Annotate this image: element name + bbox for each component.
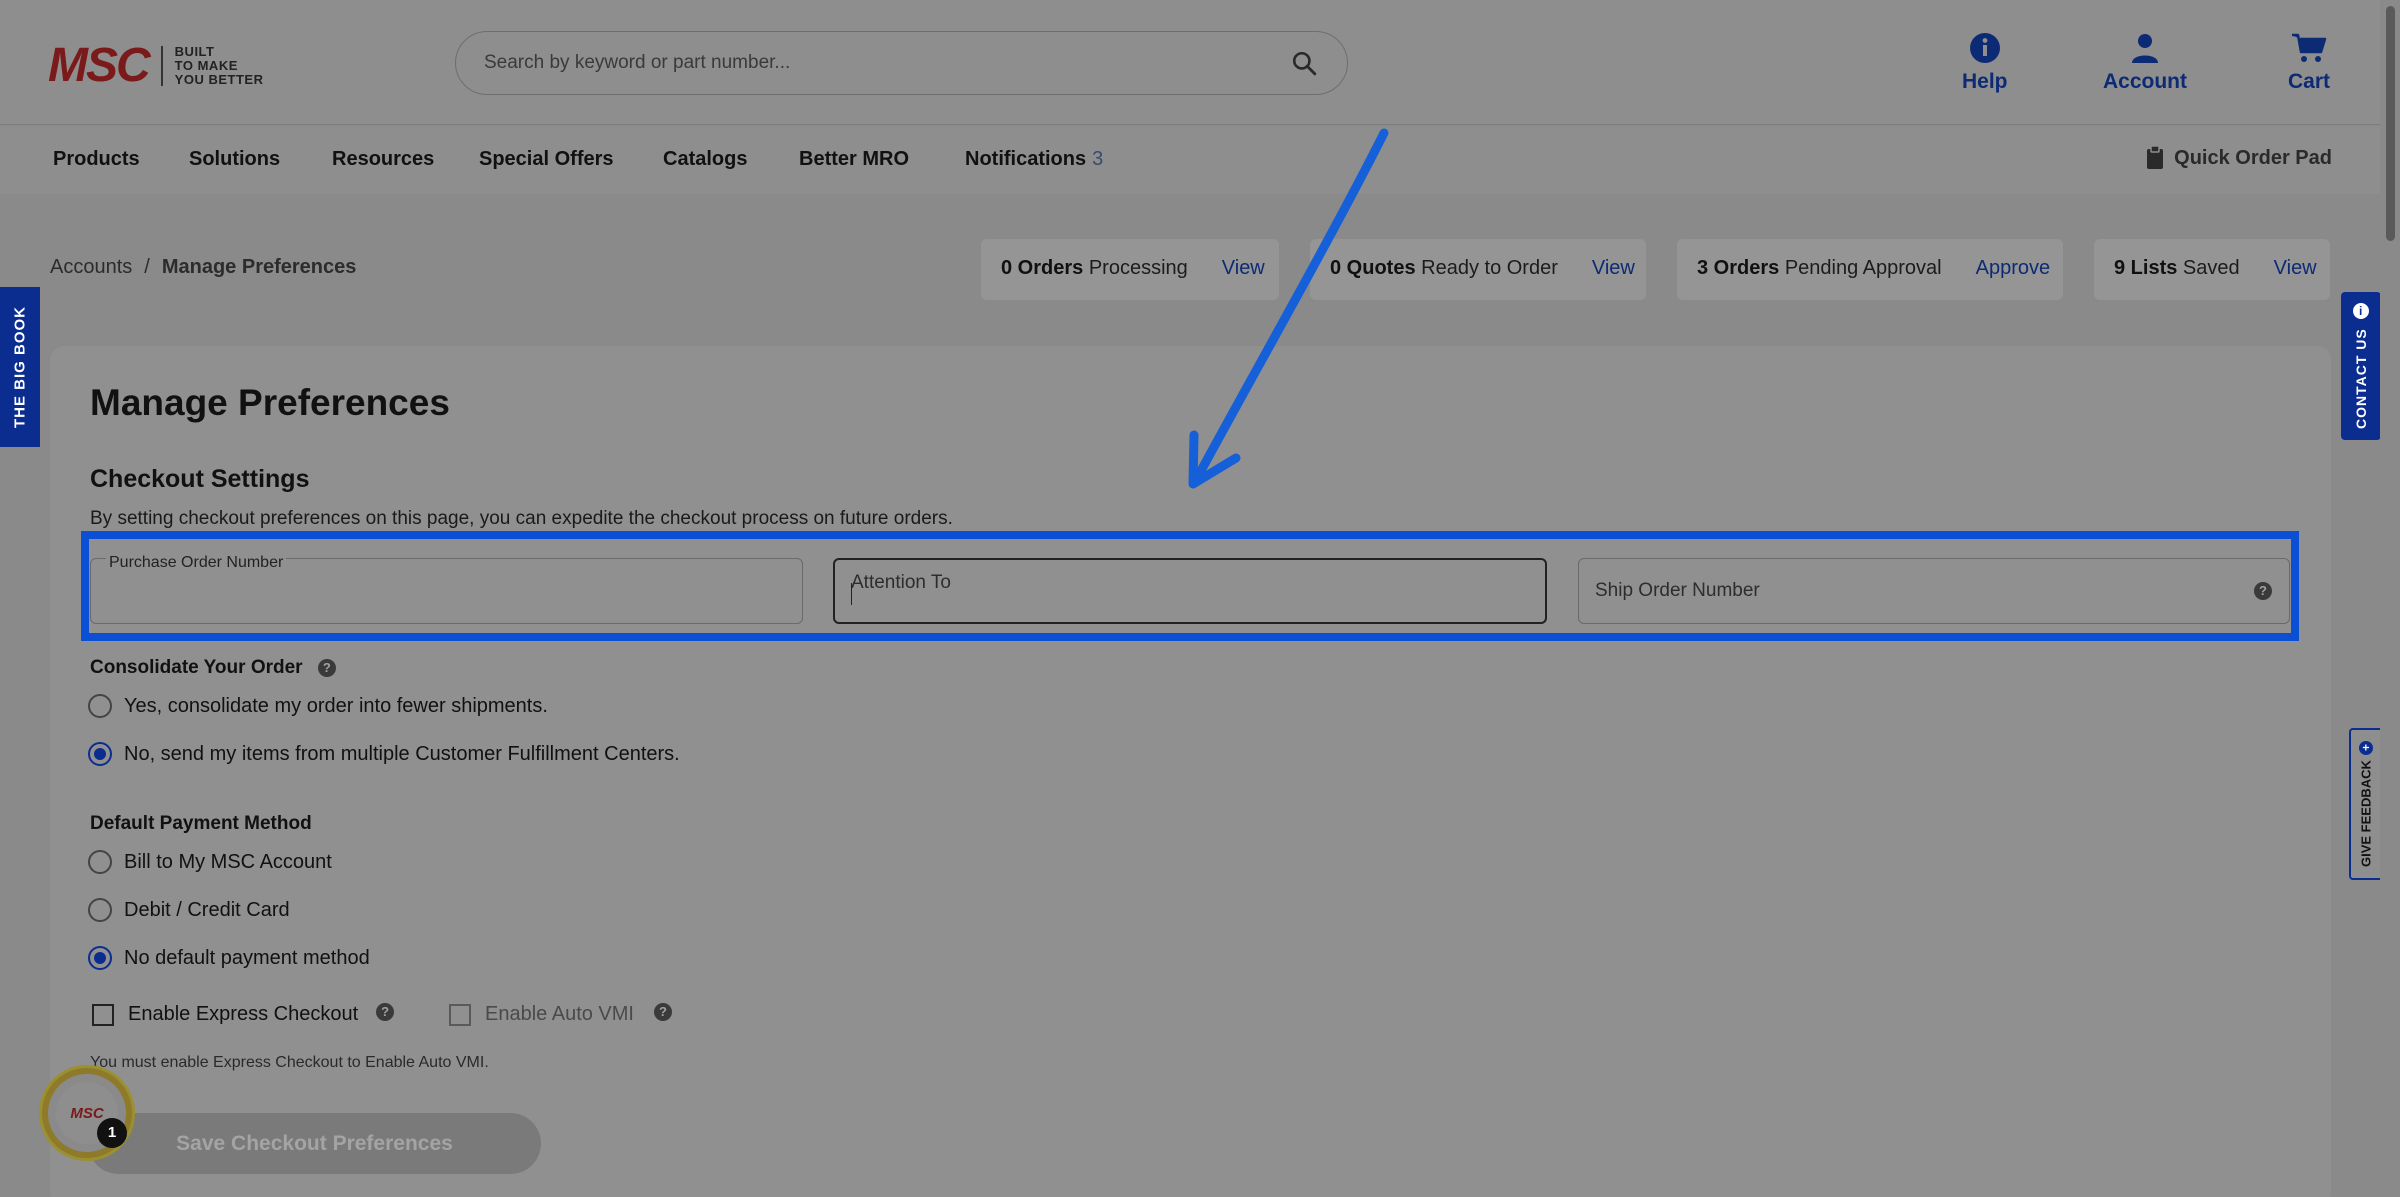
account-button[interactable]: Account (2103, 32, 2187, 94)
consolidate-yes-option[interactable]: Yes, consolidate my order into fewer shi… (88, 694, 548, 718)
auto-vmi-label: Enable Auto VMI (485, 1003, 634, 1025)
user-icon (2132, 34, 2158, 63)
cart-label: Cart (2288, 70, 2331, 93)
radio-button[interactable] (88, 898, 112, 922)
logo-divider (160, 45, 163, 86)
help-button[interactable]: Help (1962, 32, 2008, 94)
view-orders-link[interactable]: View (1222, 257, 1265, 279)
nav-item-resources[interactable]: Resources (332, 148, 434, 171)
express-checkout-label: Enable Express Checkout (128, 1003, 359, 1025)
payment-bill-account-option[interactable]: Bill to My MSC Account (88, 850, 332, 874)
status-card-lists: 9 Lists Saved View (2094, 239, 2330, 300)
nav-item-better-mro[interactable]: Better MRO (799, 148, 909, 171)
status-count: 0 Quotes (1330, 257, 1416, 279)
clipboard-icon (2147, 146, 2164, 169)
chat-unread-count: 1 (97, 1118, 127, 1148)
quick-order-label: Quick Order Pad (2174, 146, 2332, 169)
radio-button[interactable] (88, 850, 112, 874)
search-input[interactable] (484, 52, 1264, 74)
breadcrumb: Accounts / Manage Preferences (50, 256, 356, 279)
contact-us-label: CONTACT US (2353, 328, 2369, 430)
consolidate-order-label: Consolidate Your Order (90, 657, 303, 678)
status-count: 0 Orders (1001, 257, 1084, 279)
status-text: Processing (1088, 257, 1188, 279)
annotation-highlight-box (81, 531, 2299, 641)
checkout-settings-description: By setting checkout preferences on this … (90, 508, 953, 529)
consolidate-no-option[interactable]: No, send my items from multiple Customer… (88, 742, 680, 766)
give-feedback-label: GIVE FEEDBACK (2358, 760, 2374, 868)
status-text: Saved (2182, 257, 2240, 279)
status-card-orders-processing: 0 Orders Processing View (981, 239, 1279, 300)
big-book-tab[interactable]: THE BIG BOOK (0, 287, 40, 447)
give-feedback-tab[interactable]: GIVE FEEDBACK + (2349, 728, 2383, 880)
payment-card-option[interactable]: Debit / Credit Card (88, 898, 290, 922)
status-count: 9 Lists (2114, 257, 2178, 279)
msc-logo[interactable]: MSC BUILT TO MAKE YOU BETTER (48, 38, 263, 93)
default-payment-title: Default Payment Method (90, 813, 312, 834)
page-scrollbar[interactable] (2380, 0, 2400, 1197)
nav-item-products[interactable]: Products (53, 148, 140, 171)
view-lists-link[interactable]: View (2274, 257, 2317, 279)
logo-tagline: BUILT TO MAKE YOU BETTER (174, 43, 264, 87)
radio-button-checked[interactable] (88, 946, 112, 970)
express-checkout-option[interactable]: Enable Express Checkout ? (92, 1002, 395, 1026)
quick-order-pad-button[interactable]: Quick Order Pad (2146, 146, 2332, 170)
notifications-count: 3 (1092, 148, 1104, 170)
consolidate-no-label: No, send my items from multiple Customer… (124, 742, 680, 765)
logo-text: MSC (48, 39, 151, 92)
auto-vmi-help-icon[interactable]: ? (653, 1002, 672, 1021)
nav-item-catalogs[interactable]: Catalogs (663, 148, 747, 171)
breadcrumb-separator: / (144, 256, 150, 278)
payment-card-label: Debit / Credit Card (124, 898, 290, 921)
consolidate-help-icon[interactable]: ? (317, 659, 336, 677)
search-bar[interactable] (455, 31, 1348, 95)
info-icon: i (2353, 302, 2369, 319)
plus-icon: + (2359, 740, 2373, 755)
tagline-line-1: BUILT (174, 43, 215, 59)
page-title: Manage Preferences (90, 382, 450, 423)
auto-vmi-checkbox (449, 1003, 471, 1026)
help-label: Help (1962, 70, 2008, 93)
scrollbar-thumb[interactable] (2386, 6, 2395, 241)
express-checkout-note: You must enable Express Checkout to Enab… (90, 1054, 489, 1071)
express-checkout-help-icon[interactable]: ? (376, 1002, 395, 1021)
payment-bill-account-label: Bill to My MSC Account (124, 850, 332, 873)
auto-vmi-option: Enable Auto VMI ? (449, 1002, 672, 1026)
save-checkout-preferences-button[interactable]: Save Checkout Preferences (88, 1113, 541, 1174)
radio-button-checked[interactable] (88, 742, 112, 766)
payment-none-label: No default payment method (124, 946, 370, 969)
account-label: Account (2103, 70, 2187, 93)
payment-none-option[interactable]: No default payment method (88, 946, 370, 970)
status-card-pending-approval: 3 Orders Pending Approval Approve (1677, 239, 2063, 300)
tagline-line-3: YOU BETTER (174, 71, 264, 87)
status-card-quotes: 0 Quotes Ready to Order View (1310, 239, 1646, 300)
approve-link[interactable]: Approve (1976, 257, 2051, 279)
consolidate-order-title: Consolidate Your Order ? (90, 657, 336, 679)
cart-icon (2292, 33, 2327, 62)
nav-item-special-offers[interactable]: Special Offers (479, 148, 614, 171)
radio-button[interactable] (88, 694, 112, 718)
main-nav: Products Solutions Resources Special Off… (0, 126, 2380, 194)
express-checkout-checkbox[interactable] (92, 1003, 114, 1026)
header: MSC BUILT TO MAKE YOU BETTER Help Accoun… (0, 0, 2380, 125)
status-count: 3 Orders (1697, 257, 1780, 279)
breadcrumb-current: Manage Preferences (161, 256, 357, 278)
tagline-line-2: TO MAKE (174, 57, 238, 73)
notifications-label: Notifications (965, 148, 1087, 170)
view-quotes-link[interactable]: View (1592, 257, 1635, 279)
breadcrumb-accounts[interactable]: Accounts (50, 256, 132, 278)
nav-item-solutions[interactable]: Solutions (189, 148, 280, 171)
search-icon[interactable] (1291, 50, 1317, 76)
info-icon (1969, 33, 2000, 63)
nav-item-notifications[interactable]: Notifications 3 (965, 148, 1103, 171)
status-text: Pending Approval (1784, 257, 1942, 279)
contact-us-tab[interactable]: CONTACT US i (2341, 292, 2381, 440)
checkout-settings-title: Checkout Settings (90, 465, 310, 493)
cart-button[interactable]: Cart (2288, 32, 2330, 94)
status-text: Ready to Order (1421, 257, 1558, 279)
consolidate-yes-label: Yes, consolidate my order into fewer shi… (124, 694, 548, 717)
